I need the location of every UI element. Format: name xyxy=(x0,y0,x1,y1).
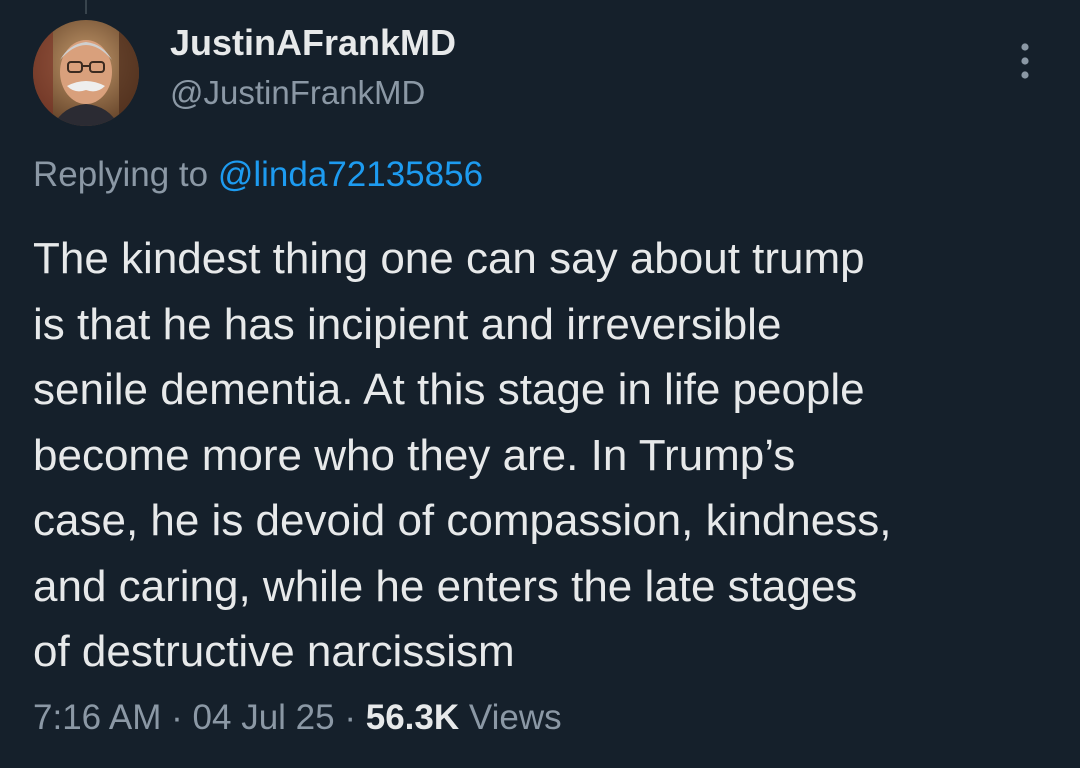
more-vertical-icon xyxy=(1021,43,1029,79)
tweet-text-line: is that he has incipient and irreversibl… xyxy=(33,299,782,349)
author-handle[interactable]: @JustinFrankMD xyxy=(170,74,425,112)
author-display-name[interactable]: JustinAFrankMD xyxy=(170,22,456,64)
meta-separator: · xyxy=(344,698,356,737)
views-label[interactable]: Views xyxy=(469,698,562,737)
tweet-text: The kindest thing one can say about trum… xyxy=(33,226,1043,685)
replying-to-line: Replying to @linda72135856 xyxy=(33,155,483,195)
avatar[interactable] xyxy=(33,20,139,126)
tweet-text-line: The kindest thing one can say about trum… xyxy=(33,234,865,283)
tweet-text-line: senile dementia. At this stage in life p… xyxy=(33,365,865,414)
thread-connector-line xyxy=(85,0,87,14)
profile-photo-icon xyxy=(33,20,139,126)
tweet-text-line: of destructive narcissism xyxy=(33,627,515,676)
meta-separator: · xyxy=(171,698,183,737)
views-count[interactable]: 56.3K xyxy=(366,698,459,737)
tweet-text-line: become more who they are. In Trump’s xyxy=(33,430,796,480)
tweet-text-line: case, he is devoid of compassion, kindne… xyxy=(33,496,892,545)
tweet-date[interactable]: 04 Jul 25 xyxy=(193,698,335,737)
tweet-metadata: 7:16 AM · 04 Jul 25 · 56.3K Views xyxy=(33,698,562,738)
replying-to-label: Replying to xyxy=(33,155,209,194)
replying-to-mention-link[interactable]: @linda72135856 xyxy=(218,155,483,194)
tweet-text-line: and caring, while he enters the late sta… xyxy=(33,561,858,611)
more-options-button[interactable] xyxy=(1002,38,1048,84)
tweet-time[interactable]: 7:16 AM xyxy=(33,698,161,737)
